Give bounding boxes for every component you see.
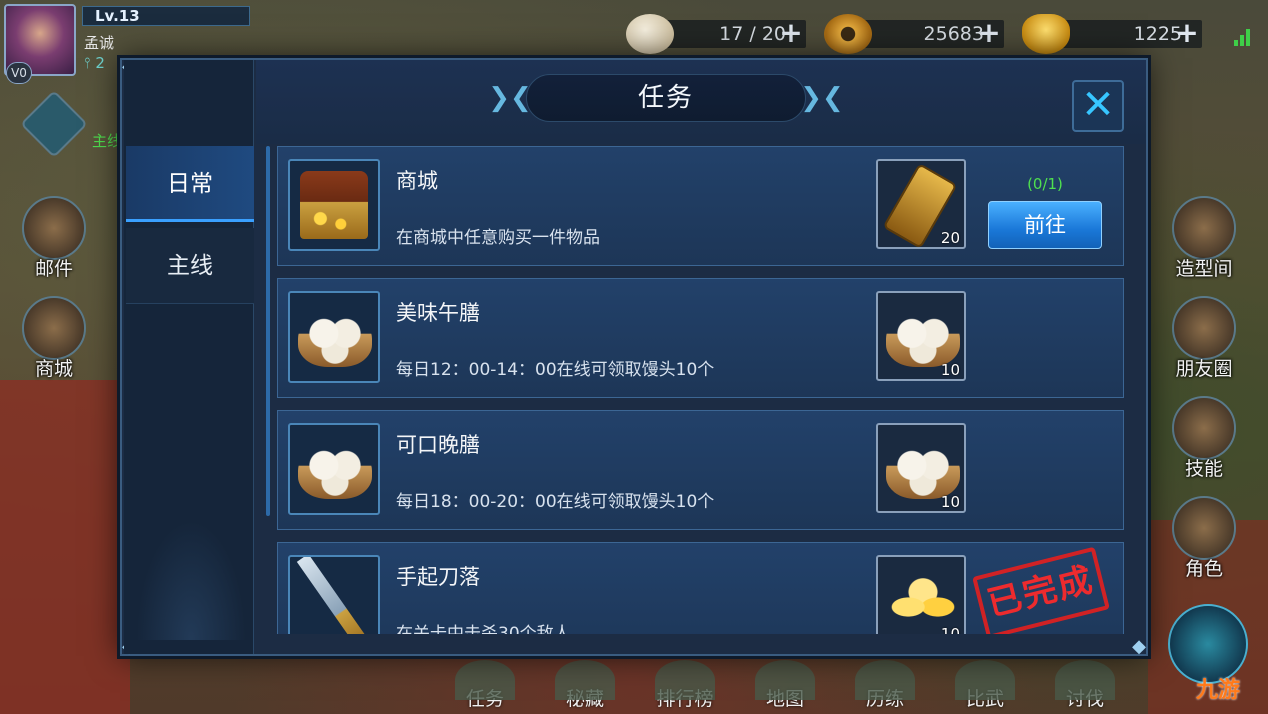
friends-icon	[1172, 296, 1236, 360]
resource-value: 1225	[1133, 23, 1182, 45]
bottom-task-button[interactable]: 任务	[440, 660, 530, 711]
steamer-buns-icon	[288, 423, 380, 515]
steamer-buns-icon	[886, 443, 960, 499]
reward-count: 10	[940, 361, 960, 379]
reward-count: 20	[940, 229, 960, 247]
sidebar-ornament-icon	[136, 520, 246, 640]
task-description: 每日18：00-20：00在线可领取馒头10个	[396, 492, 715, 512]
resource-ingots: 1225 +	[1022, 14, 1204, 54]
dialog-title-plate: ❯❮ ❯❮ 任务	[486, 66, 846, 130]
close-button[interactable]: ✕	[1072, 80, 1124, 132]
reward-slot[interactable]: 10	[876, 555, 966, 634]
wardrobe-icon	[1172, 196, 1236, 260]
task-description: 在关卡中击杀30个敌人	[396, 624, 571, 634]
task-row-dinner: 可口晚膳 每日18：00-20：00在线可领取馒头10个 10	[277, 410, 1124, 530]
power-icon: ⫯	[84, 54, 91, 72]
steamer-buns-icon	[886, 311, 960, 367]
go-button[interactable]: 前往	[988, 201, 1102, 249]
bottom-crusade-button[interactable]: 讨伐	[1040, 660, 1130, 711]
player-level: Lv.13	[95, 7, 140, 25]
task-progress: (0/1)	[1027, 175, 1063, 193]
crusade-icon	[1055, 660, 1115, 700]
resource-buns: 17 / 20 +	[626, 14, 808, 54]
watermark-logo: 九游	[1196, 678, 1241, 703]
character-button[interactable]: 角色	[1164, 496, 1244, 581]
task-row-kill-clip: 手起刀落 在关卡中击杀30个敌人 10 已完成	[277, 542, 1124, 634]
skill-scroll-icon	[1172, 396, 1236, 460]
task-description: 在商城中任意购买一件物品	[396, 228, 600, 248]
character-label: 角色	[1184, 558, 1223, 580]
bottom-duel-button[interactable]: 比武	[940, 660, 1030, 711]
friends-button[interactable]: 朋友圈	[1164, 296, 1244, 381]
sword-cross-icon	[20, 90, 88, 158]
ranking-icon	[655, 660, 715, 700]
signal-icon	[1234, 28, 1252, 46]
task-row-kill: 手起刀落 在关卡中击杀30个敌人 10 已完成	[277, 542, 1124, 634]
treasure-chest-icon	[288, 159, 380, 251]
vip-badge[interactable]: V0	[6, 62, 32, 84]
resource-value: 17 / 20	[719, 23, 786, 45]
skill-label: 技能	[1184, 458, 1223, 480]
task-icon	[455, 660, 515, 700]
power-value: 2	[95, 54, 105, 72]
shop-button[interactable]: 商城	[14, 296, 94, 381]
task-name: 美味午膳	[396, 301, 480, 325]
player-power: ⫯ 2	[84, 54, 105, 72]
add-buns-button[interactable]: +	[776, 19, 806, 48]
reward-slot[interactable]: 10	[876, 291, 966, 381]
add-ingots-button[interactable]: +	[1172, 19, 1202, 48]
wardrobe-button[interactable]: 造型间	[1164, 196, 1244, 281]
map-icon	[755, 660, 815, 700]
main-quest-tag: 主线	[92, 132, 123, 150]
training-icon	[855, 660, 915, 700]
steamer-buns-icon	[288, 291, 380, 383]
main-quest-shortcut[interactable]	[14, 90, 94, 158]
tab-daily[interactable]: 日常	[126, 146, 254, 222]
duel-icon	[955, 660, 1015, 700]
bottom-ranking-button[interactable]: 排行榜	[640, 660, 730, 711]
sword-icon	[288, 555, 380, 634]
completed-stamp: 已完成	[972, 546, 1110, 634]
character-icon	[1172, 496, 1236, 560]
task-name: 商城	[396, 169, 438, 193]
gold-ingots-icon	[886, 577, 960, 627]
reward-slot[interactable]: 10	[876, 423, 966, 513]
reward-slot[interactable]: 20	[876, 159, 966, 249]
reward-count: 10	[940, 625, 960, 634]
shop-label: 商城	[34, 358, 73, 380]
mail-label: 邮件	[34, 258, 73, 280]
add-coins-button[interactable]: +	[974, 19, 1004, 48]
bottom-treasure-button[interactable]: 秘藏	[540, 660, 630, 711]
task-row-shop: 商城 在商城中任意购买一件物品 20 (0/1) 前往	[277, 146, 1124, 266]
player-name: 孟诚	[84, 34, 115, 52]
reward-count: 10	[940, 493, 960, 511]
treasure-icon	[555, 660, 615, 700]
resource-value: 25683	[923, 23, 984, 45]
resource-coins: 25683 +	[824, 14, 1006, 54]
bottom-training-button[interactable]: 历练	[840, 660, 930, 711]
bottom-map-button[interactable]: 地图	[740, 660, 830, 711]
task-description: 每日12：00-14：00在线可领取馒头10个	[396, 360, 715, 380]
wardrobe-label: 造型间	[1175, 258, 1233, 280]
level-bar: Lv.13	[82, 6, 250, 26]
skill-button[interactable]: 技能	[1164, 396, 1244, 481]
tab-main-quest[interactable]: 主线	[126, 228, 254, 304]
task-name: 可口晚膳	[396, 433, 480, 457]
mail-button[interactable]: 邮件	[14, 196, 94, 281]
task-name: 手起刀落	[396, 565, 480, 589]
corner-ornament-icon: ◆	[1132, 636, 1146, 657]
mail-icon	[22, 196, 86, 260]
shop-icon	[22, 296, 86, 360]
friends-label: 朋友圈	[1175, 358, 1233, 380]
dialog-title: 任务	[637, 83, 694, 113]
task-row-lunch: 美味午膳 每日12：00-14：00在线可领取馒头10个 10	[277, 278, 1124, 398]
scene-carpet-left	[0, 380, 130, 714]
